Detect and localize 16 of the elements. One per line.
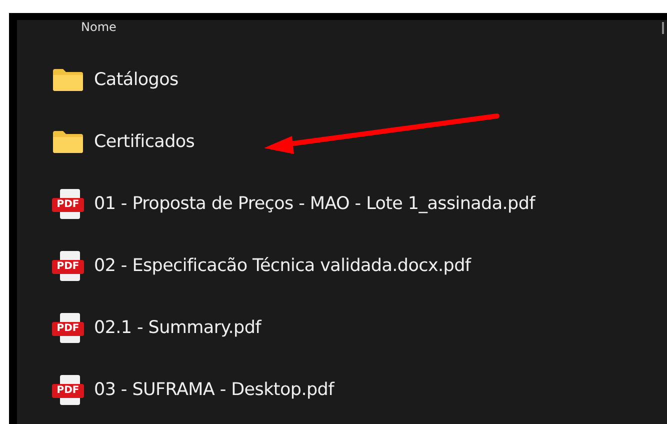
file-name: 02.1 - Summary.pdf — [94, 316, 262, 340]
scrollbar-thumb[interactable] — [662, 22, 664, 34]
folder-icon — [52, 68, 84, 92]
file-item[interactable]: PDF 03 - SUFRAMA - Desktop.pdf — [52, 375, 667, 405]
folder-item[interactable]: Certificados — [52, 127, 667, 157]
file-item[interactable]: PDF 02.1 - Summary.pdf — [52, 313, 667, 343]
file-item[interactable]: PDF 01 - Proposta de Preços - MAO - Lote 1_assinada.pdf — [52, 189, 667, 219]
file-name: 02 - Especificacão Técnica validada.docx.pdf — [94, 254, 471, 278]
column-header[interactable]: Nome — [81, 20, 116, 34]
file-name: Certificados — [94, 130, 195, 154]
file-item[interactable]: PDF 02 - Especificacão Técnica validada.docx.pdf — [52, 251, 667, 281]
folder-icon — [52, 130, 84, 154]
file-name: 03 - SUFRAMA - Desktop.pdf — [94, 378, 334, 402]
file-name: Catálogos — [94, 68, 178, 92]
file-name: 01 - Proposta de Preços - MAO - Lote 1_assinada.pdf — [94, 192, 536, 216]
folder-item[interactable]: Catálogos — [52, 65, 667, 95]
